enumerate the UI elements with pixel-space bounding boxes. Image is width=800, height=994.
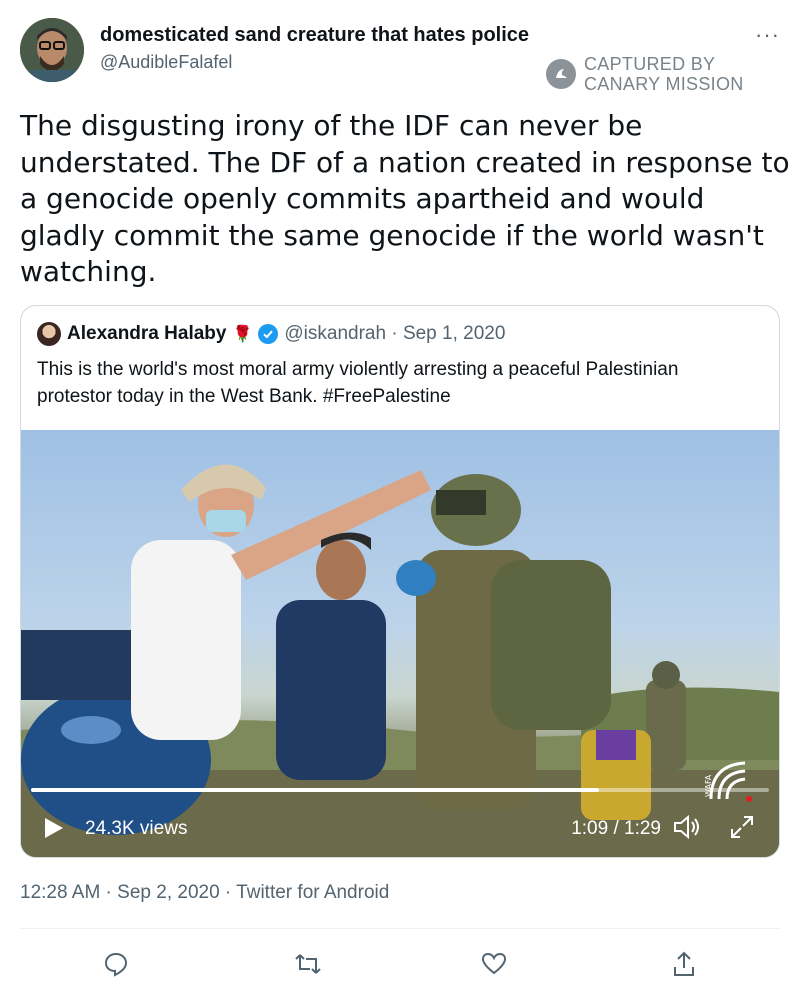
quoted-tweet-text: This is the world's most moral army viol… <box>37 359 679 407</box>
watermark-line2: CANARY MISSION <box>584 74 744 94</box>
canary-mission-logo-icon <box>546 59 576 89</box>
wafa-logo-icon: WAFA <box>705 761 752 802</box>
video-time: 1:09 / 1:29 <box>571 818 661 839</box>
volume-icon[interactable] <box>673 814 703 840</box>
video-progress-bar[interactable] <box>31 788 769 792</box>
svg-text:WAFA: WAFA <box>705 774 713 797</box>
video-progress-fill <box>31 788 600 792</box>
tweet-text: The disgusting irony of the IDF can neve… <box>20 109 790 288</box>
quoted-author-name: Alexandra Halaby <box>67 323 227 344</box>
retweet-icon <box>295 954 321 974</box>
actions-divider <box>20 928 780 929</box>
quoted-author-avatar <box>37 322 61 346</box>
watermark-line1: CAPTURED BY <box>584 54 716 74</box>
like-icon <box>481 952 507 975</box>
author-display-name[interactable]: domesticated sand creature that hates po… <box>100 24 529 47</box>
quoted-tweet-header: Alexandra Halaby 🌹 @iskandrah · Sep 1, 2… <box>37 322 505 346</box>
author-handle[interactable]: @AudibleFalafel <box>100 52 232 73</box>
play-icon[interactable] <box>41 816 65 840</box>
author-avatar[interactable] <box>20 18 84 82</box>
rose-emoji-icon: 🌹 <box>232 326 253 343</box>
video-controls: 24.3K views 1:09 / 1:29 <box>21 806 779 846</box>
more-options-icon[interactable]: ··· <box>755 22 780 48</box>
quoted-handle-date: @iskandrah · Sep 1, 2020 <box>284 323 506 344</box>
canary-mission-watermark: CAPTURED BY CANARY MISSION <box>546 54 744 94</box>
share-icon <box>674 951 694 976</box>
fullscreen-icon[interactable] <box>729 814 755 840</box>
verified-badge-icon <box>258 324 279 344</box>
share-button[interactable] <box>664 944 704 984</box>
video-views: 24.3K views <box>85 818 188 839</box>
tweet-actions <box>0 944 800 984</box>
like-button[interactable] <box>474 944 514 984</box>
video-player[interactable]: WAFA 24.3K views 1:09 / 1:29 <box>21 430 779 857</box>
reply-icon <box>104 952 128 977</box>
video-frame <box>21 464 779 857</box>
quoted-tweet[interactable]: Alexandra Halaby 🌹 @iskandrah · Sep 1, 2… <box>20 305 780 858</box>
retweet-button[interactable] <box>288 944 328 984</box>
tweet-timestamp[interactable]: 12:28 AM · Sep 2, 2020 · Twitter for And… <box>20 882 389 904</box>
reply-button[interactable] <box>96 944 136 984</box>
avatar-photo-icon <box>20 18 84 82</box>
